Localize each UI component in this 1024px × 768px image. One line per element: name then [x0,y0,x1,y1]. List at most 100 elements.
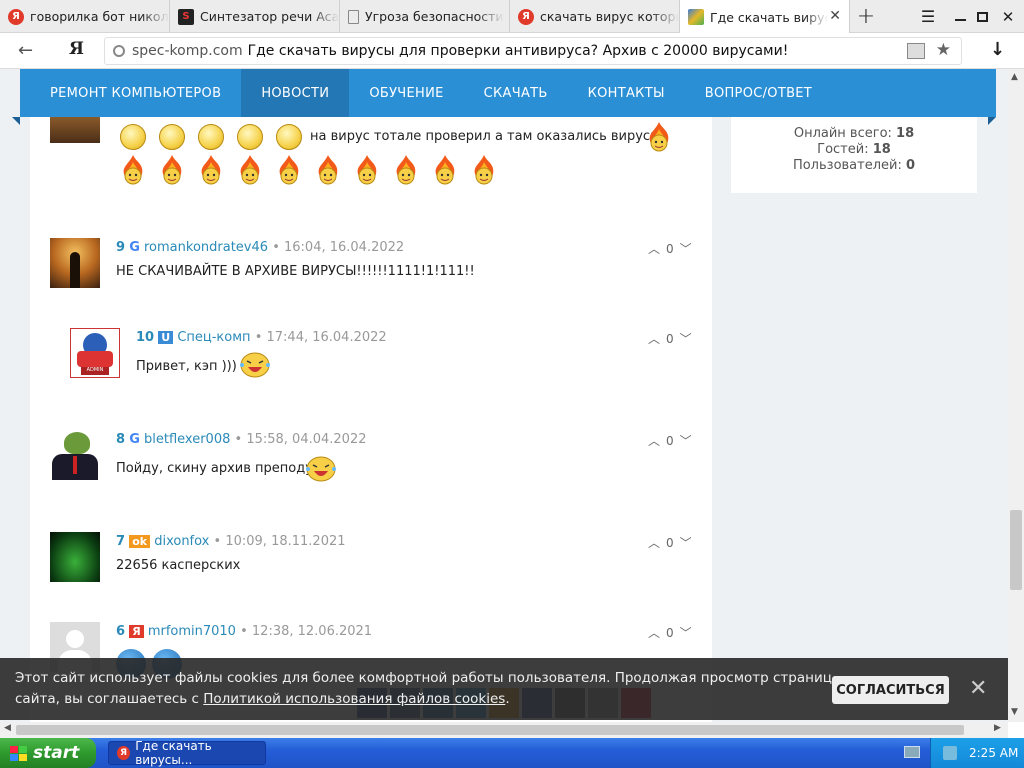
yandex-icon: Я [129,625,144,638]
clock[interactable]: 2:25 AM [969,746,1018,760]
nav-faq[interactable]: ВОПРОС/ОТВЕТ [685,69,832,117]
upvote-icon[interactable]: ︿ [648,240,660,257]
admin-avatar[interactable]: ADMIN [70,328,120,378]
fire-smiley-icon [318,155,338,185]
nav-learning[interactable]: ОБУЧЕНИЕ [349,69,463,117]
taskbar: start Я Где скачать вирусы... 2:25 AM [0,738,1024,768]
tab-yandex-2[interactable]: Яскачать вирус который [510,0,680,33]
comment-number: 8 [116,432,126,447]
fire-smiley-icon [162,155,182,185]
tab-threat[interactable]: Угроза безопасности [340,0,510,33]
comment-text: Пойду, скину архив преподу [116,461,313,476]
avatar[interactable] [50,430,100,480]
vertical-scrollbar[interactable]: ▲ ▼ [1008,69,1024,722]
keyboard-icon[interactable] [904,746,920,758]
comment-number: 9 [116,240,126,255]
google-icon: G [129,432,140,447]
menu-icon[interactable]: ☰ [912,0,944,33]
yandex-icon: Я [518,8,534,25]
scroll-thumb[interactable] [1010,510,1022,590]
page-icon [348,9,359,24]
downloads-icon[interactable]: ↓ [990,39,1005,60]
downvote-icon[interactable]: ﹀ [680,534,692,551]
scroll-thumb[interactable] [16,725,964,735]
comment-author[interactable]: dixonfox [154,534,209,549]
upvote-icon[interactable]: ︿ [648,624,660,641]
back-icon[interactable]: ← [18,40,33,61]
avatar[interactable] [50,532,100,582]
cookie-text: Этот сайт использует файлы cookies для б… [15,670,832,707]
comment-author[interactable]: Спец-комп [177,330,250,345]
grin-smiley-icon [237,124,263,150]
fire-smiley-icon [279,155,299,185]
yandex-icon: Я [117,746,131,760]
google-icon: G [129,240,140,255]
taskbar-browser-item[interactable]: Я Где скачать вирусы... [108,739,266,767]
comment-header: 6 Я mrfomin7010 • 12:38, 12.06.2021 [116,624,373,639]
nav-news[interactable]: НОВОСТИ [241,69,350,117]
url-field[interactable]: spec-komp.com Где скачать вирусы для про… [104,37,962,65]
comment-author[interactable]: romankondratev46 [144,240,268,255]
network-icon[interactable] [943,746,957,760]
windows-logo-icon [10,745,27,761]
web-page: Онлайн всего: 18 Гостей: 18 Пользователе… [0,69,1008,722]
comment-number: 6 [116,624,126,639]
upvote-icon[interactable]: ︿ [648,330,660,347]
comment-text: НЕ СКАЧИВАЙТЕ В АРХИВЕ ВИРУСЫ!!!!!!1111!… [116,264,475,279]
tab-acapela[interactable]: S Синтезатор речи Acap [170,0,340,33]
close-tab-icon[interactable]: ✕ [829,8,841,24]
upvote-icon[interactable]: ︿ [648,432,660,449]
fire-smiley-row [120,154,497,186]
grin-smiley-icon [120,124,146,150]
yandex-icon: Я [8,8,24,25]
nav-repair[interactable]: РЕМОНТ КОМПЬЮТЕРОВ [20,69,241,117]
comment-header: 8 G bletflexer008 • 15:58, 04.04.2022 [116,432,367,447]
comment-header: 7 ok dixonfox • 10:09, 18.11.2021 [116,534,346,549]
comment-author[interactable]: bletflexer008 [144,432,230,447]
online-stats-widget: Онлайн всего: 18 Гостей: 18 Пользователе… [731,117,977,193]
bookmark-star-icon[interactable]: ★ [936,40,951,60]
comment-text: 22656 касперских [116,558,241,573]
horizontal-scrollbar[interactable]: ◀ ▶ [0,722,1008,738]
tab-bar: Яговорилка бот никола S Синтезатор речи A… [0,0,1024,34]
vote-widget: ︿ 0 ﹀ [648,624,692,641]
grin-smiley-icon [276,124,302,150]
fire-smiley-icon [357,155,377,185]
close-cookie-icon[interactable]: ✕ [969,676,987,701]
comment-date: 15:58, 04.04.2022 [246,432,367,447]
comment-date: 10:09, 18.11.2021 [225,534,346,549]
nav-download[interactable]: СКАЧАТЬ [464,69,568,117]
downvote-icon[interactable]: ﹀ [680,624,692,641]
comment-date: 12:38, 12.06.2021 [251,624,373,639]
tab-yandex-1[interactable]: Яговорилка бот никола [0,0,170,33]
downvote-icon[interactable]: ﹀ [680,240,692,257]
close-window-button[interactable]: ✕ [992,0,1024,33]
odnoklassniki-icon: ok [129,535,151,548]
comment-date: 16:04, 16.04.2022 [284,240,405,255]
stat-guests: Гостей: 18 [817,142,891,157]
fire-smiley-icon [201,155,221,185]
cookie-policy-link[interactable]: Политикой использования файлов cookies [203,691,505,707]
reader-mode-icon[interactable] [907,43,925,59]
accept-cookies-button[interactable]: СОГЛАСИТЬСЯ [832,676,949,704]
tab-active[interactable]: Где скачать вирусы ✕ [680,0,850,34]
comment-text: на вирус тотале проверил а там оказались… [310,129,661,144]
smiley-row [120,124,302,150]
upvote-icon[interactable]: ︿ [648,534,660,551]
yandex-logo-icon[interactable]: Я [69,39,84,59]
stat-users: Пользователей: 0 [792,158,916,173]
downvote-icon[interactable]: ﹀ [680,432,692,449]
downvote-icon[interactable]: ﹀ [680,330,692,347]
vote-widget: ︿ 0 ﹀ [648,534,692,551]
fire-smiley-icon [646,121,672,157]
laughing-smiley-icon [238,351,272,383]
connection-icon [113,45,125,57]
avatar[interactable] [50,238,100,288]
start-button[interactable]: start [0,738,96,768]
new-tab-button[interactable]: + [850,0,882,33]
avatar[interactable] [50,117,100,143]
comment-author[interactable]: mrfomin7010 [148,624,236,639]
nav-contacts[interactable]: КОНТАКТЫ [568,69,685,117]
system-tray: 2:25 AM [930,738,1024,768]
fire-smiley-icon [240,155,260,185]
